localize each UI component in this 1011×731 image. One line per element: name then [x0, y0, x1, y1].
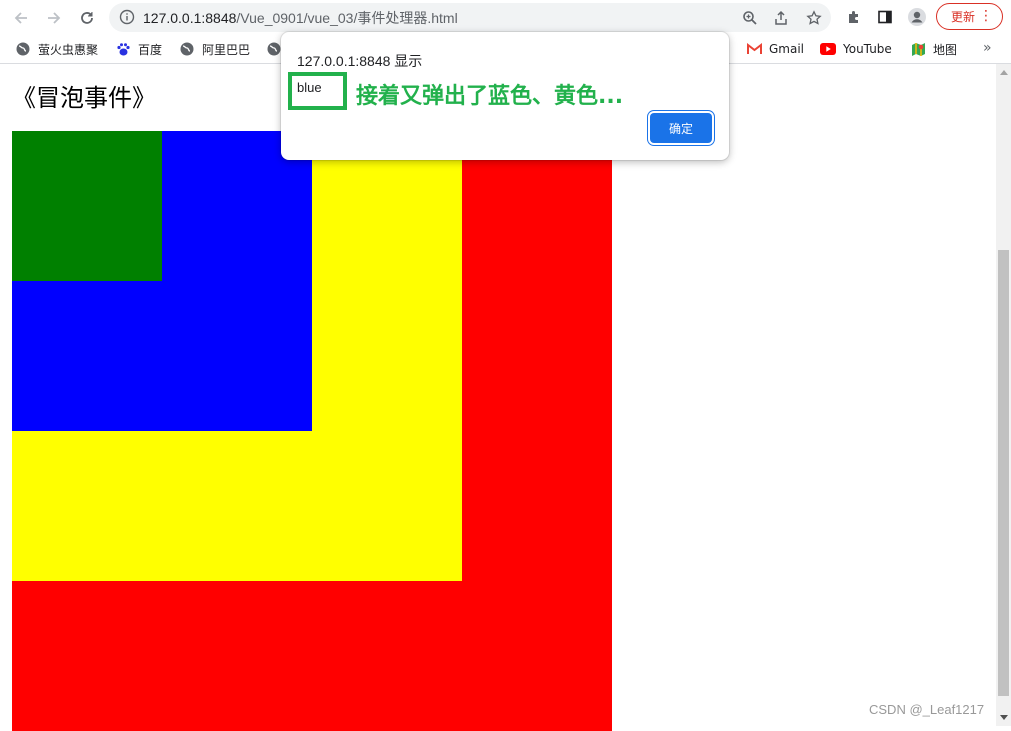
address-bar[interactable]: 127.0.0.1:8848/Vue_0901/vue_03/事件处理器.htm… [109, 3, 831, 32]
globe-icon [15, 41, 31, 57]
bookmark-item[interactable]: 萤火虫惠聚 [15, 40, 98, 58]
arrow-left-icon [14, 12, 27, 24]
profile-avatar-icon[interactable] [906, 6, 928, 28]
bookmark-label: 地图 [933, 42, 958, 57]
back-button[interactable] [9, 6, 33, 30]
globe-icon [266, 41, 282, 57]
dialog-title: 127.0.0.1:8848 显示 [297, 53, 423, 69]
watermark: CSDN @_Leaf1217 [869, 702, 985, 717]
gmail-icon [746, 41, 762, 57]
forward-button[interactable] [42, 6, 66, 30]
bookmarks-overflow-button[interactable]: » [983, 40, 992, 56]
side-panel-icon[interactable] [874, 6, 896, 28]
zoom-icon[interactable] [740, 8, 760, 28]
browser-toolbar: 127.0.0.1:8848/Vue_0901/vue_03/事件处理器.htm… [0, 0, 1011, 35]
maps-icon [910, 41, 926, 57]
share-icon[interactable] [771, 8, 791, 28]
highlight-box [288, 72, 347, 110]
bookmark-item[interactable]: 地图 [910, 40, 957, 58]
bookmark-item[interactable]: YouTube [820, 40, 892, 58]
green-box[interactable] [12, 131, 162, 281]
youtube-icon [820, 41, 836, 57]
bookmark-star-icon[interactable] [804, 8, 824, 28]
bookmark-item[interactable]: 百度 [115, 40, 162, 58]
bookmark-label: 百度 [138, 42, 163, 57]
update-label: 更新 [951, 10, 976, 24]
bookmark-label: Gmail [769, 42, 805, 56]
page-heading: 《冒泡事件》 [12, 84, 156, 112]
url-host: 127.0.0.1:8848 [143, 10, 237, 26]
extensions-puzzle-icon[interactable] [843, 6, 865, 28]
arrow-right-icon [48, 12, 61, 24]
bookmark-label: 阿里巴巴 [202, 42, 251, 57]
url-path: /Vue_0901/vue_03/事件处理器.html [236, 10, 458, 26]
scroll-thumb[interactable] [998, 250, 1009, 696]
bookmark-item[interactable]: 阿里巴巴 [179, 40, 250, 58]
url-text[interactable]: 127.0.0.1:8848/Vue_0901/vue_03/事件处理器.htm… [143, 8, 458, 28]
annotation-text: 接着又弹出了蓝色、黄色... [356, 84, 624, 109]
vertical-scrollbar[interactable] [996, 64, 1011, 726]
baidu-paw-icon [115, 41, 131, 57]
page-viewport: 《冒泡事件》 [0, 64, 996, 731]
scroll-up-arrow-icon[interactable] [1000, 70, 1008, 75]
blue-box[interactable] [12, 131, 312, 431]
menu-dots-icon: ⋮ [979, 8, 993, 24]
red-box[interactable] [12, 131, 612, 731]
reload-button[interactable] [75, 6, 99, 30]
bookmark-item[interactable]: Gmail [746, 40, 804, 58]
yellow-box[interactable] [12, 131, 462, 581]
ok-button[interactable]: 确定 [650, 113, 712, 143]
site-info-icon[interactable] [119, 9, 135, 29]
update-button[interactable]: 更新 ⋮ [936, 3, 1003, 30]
reload-icon [81, 12, 93, 24]
bookmark-label: 萤火虫惠聚 [38, 42, 99, 57]
scroll-down-arrow-icon[interactable] [1000, 715, 1008, 720]
globe-icon [179, 41, 195, 57]
bookmark-label: YouTube [843, 42, 892, 56]
